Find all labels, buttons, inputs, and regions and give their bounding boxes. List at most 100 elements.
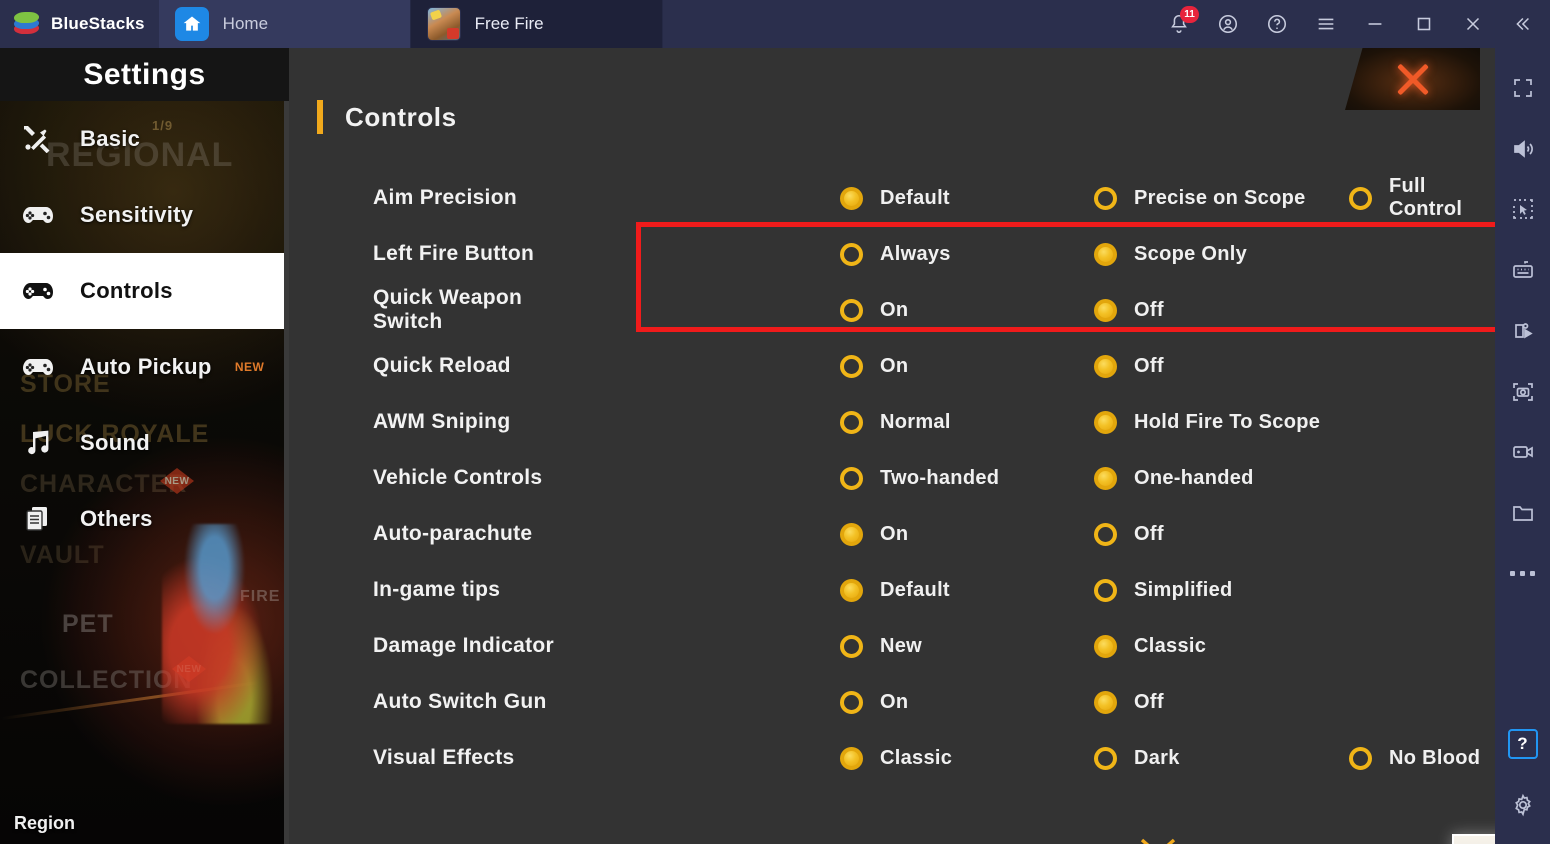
option-tips-default[interactable]: Default [840,578,950,602]
option-visual-classic[interactable]: Classic [840,746,952,770]
radio-icon[interactable] [1094,746,1117,770]
option-quick-reload-on[interactable]: On [840,354,909,378]
gamepad-icon [18,277,58,305]
option-label: One-handed [1134,466,1254,489]
radio-icon[interactable] [1094,466,1117,490]
sidebar-scrollbar[interactable] [284,101,289,844]
option-label: Full Control [1389,175,1463,220]
radio-icon[interactable] [840,690,863,714]
radio-icon[interactable] [1349,186,1372,210]
row-label: Auto Switch Gun [373,690,547,713]
option-vehicle-two-handed[interactable]: Two-handed [840,466,1000,490]
radio-icon[interactable] [1349,746,1372,770]
maximize-icon[interactable] [1399,0,1448,48]
controls-settings-panel: Controls Aim Precision Default Precise o… [289,48,1495,844]
option-awm-hold-fire-to-scope[interactable]: Hold Fire To Scope [1094,410,1320,434]
option-label: Two-handed [880,466,1000,489]
more-options-icon[interactable] [1501,552,1545,596]
hamburger-menu-icon[interactable] [1301,0,1350,48]
option-auto-switch-gun-on[interactable]: On [840,690,908,714]
fullscreen-icon[interactable] [1501,66,1545,110]
option-auto-parachute-on[interactable]: On [840,522,909,546]
screen-record-icon[interactable] [1501,430,1545,474]
option-quick-weapon-switch-off[interactable]: Off [1094,298,1164,322]
option-visual-no-blood[interactable]: No Blood [1349,746,1480,770]
option-left-fire-scope-only[interactable]: Scope Only [1094,242,1247,266]
radio-icon[interactable] [1094,354,1117,378]
sidebar-item-auto-pickup[interactable]: Auto Pickup NEW [0,329,289,405]
screenshot-icon[interactable] [1501,370,1545,414]
radio-icon[interactable] [1094,410,1117,434]
sidebar-item-others[interactable]: Others [0,481,289,557]
radio-icon[interactable] [840,410,863,434]
option-label: On [880,354,909,377]
help-question-icon[interactable] [1252,0,1301,48]
radio-icon[interactable] [840,186,863,210]
radio-icon[interactable] [1094,522,1117,546]
row-label: Left Fire Button [373,242,535,265]
option-quick-reload-off[interactable]: Off [1094,354,1164,378]
sidebar-item-basic[interactable]: Basic [0,101,289,177]
option-visual-dark[interactable]: Dark [1094,746,1180,770]
radio-icon[interactable] [1094,634,1117,658]
keyboard-controls-icon[interactable] [1501,248,1545,292]
custom-hud-button[interactable]: CUSTOM HUD [1452,834,1495,844]
close-settings-button[interactable] [1345,48,1480,110]
option-auto-parachute-off[interactable]: Off [1094,522,1164,546]
option-damage-classic[interactable]: Classic [1094,634,1206,658]
row-label: Visual Effects [373,746,515,769]
scroll-down-chevron-icon[interactable] [1139,836,1177,844]
radio-icon[interactable] [840,522,863,546]
option-aim-precise-on-scope[interactable]: Precise on Scope [1094,186,1306,210]
row-label: Quick Weapon Switch [373,286,523,333]
setting-row-vehicle-controls: Vehicle Controls Two-handed One-handed [289,450,1495,506]
radio-icon[interactable] [1094,578,1117,602]
radio-icon[interactable] [1094,298,1117,322]
radio-icon[interactable] [840,242,863,266]
free-fire-app-icon [426,7,461,41]
option-vehicle-one-handed[interactable]: One-handed [1094,466,1254,490]
option-left-fire-always[interactable]: Always [840,242,951,266]
settings-gear-icon[interactable] [1501,783,1545,827]
macro-record-icon[interactable] [1501,309,1545,353]
setting-row-damage-indicator: Damage Indicator New Classic [289,618,1495,674]
radio-icon[interactable] [840,466,863,490]
tab-home[interactable]: Home [158,0,411,48]
close-window-icon[interactable] [1448,0,1497,48]
radio-icon[interactable] [1094,186,1117,210]
help-icon[interactable]: ? [1501,723,1545,767]
option-label: Off [1134,522,1164,545]
radio-icon[interactable] [1094,690,1117,714]
option-aim-default[interactable]: Default [840,186,950,210]
media-folder-icon[interactable] [1501,491,1545,535]
row-label: In-game tips [373,578,501,601]
radio-icon[interactable] [840,578,863,602]
sidebar-item-sensitivity[interactable]: Sensitivity [0,177,289,253]
account-profile-icon[interactable] [1203,0,1252,48]
option-quick-weapon-switch-on[interactable]: On [840,298,908,322]
option-tips-simplified[interactable]: Simplified [1094,578,1233,602]
tab-free-fire[interactable]: Free Fire [410,0,663,48]
radio-icon[interactable] [840,354,863,378]
option-aim-full-control[interactable]: Full Control [1349,175,1495,221]
collapse-chevrons-icon[interactable] [1497,0,1546,48]
region-label[interactable]: Region [14,813,75,834]
radio-icon[interactable] [840,298,863,322]
sidebar-item-others-label: Others [80,506,153,531]
sidebar-item-sound[interactable]: Sound [0,405,289,481]
minimize-icon[interactable] [1350,0,1399,48]
sidebar-item-controls[interactable]: Controls [0,253,289,329]
radio-icon[interactable] [840,746,863,770]
radio-icon[interactable] [1094,242,1117,266]
settings-header: Settings [0,48,289,101]
tab-free-fire-label: Free Fire [474,14,544,33]
option-damage-new[interactable]: New [840,634,922,658]
multi-select-cursor-icon[interactable] [1501,187,1545,231]
option-auto-switch-gun-off[interactable]: Off [1094,690,1164,714]
notifications-bell-icon[interactable]: 11 [1154,0,1203,48]
option-awm-normal[interactable]: Normal [840,410,951,434]
game-viewport: received Diary Scraps (Kelly) in 1/9 REG… [0,48,1495,844]
option-label: On [880,522,909,545]
radio-icon[interactable] [840,634,863,658]
volume-icon[interactable] [1501,127,1545,171]
